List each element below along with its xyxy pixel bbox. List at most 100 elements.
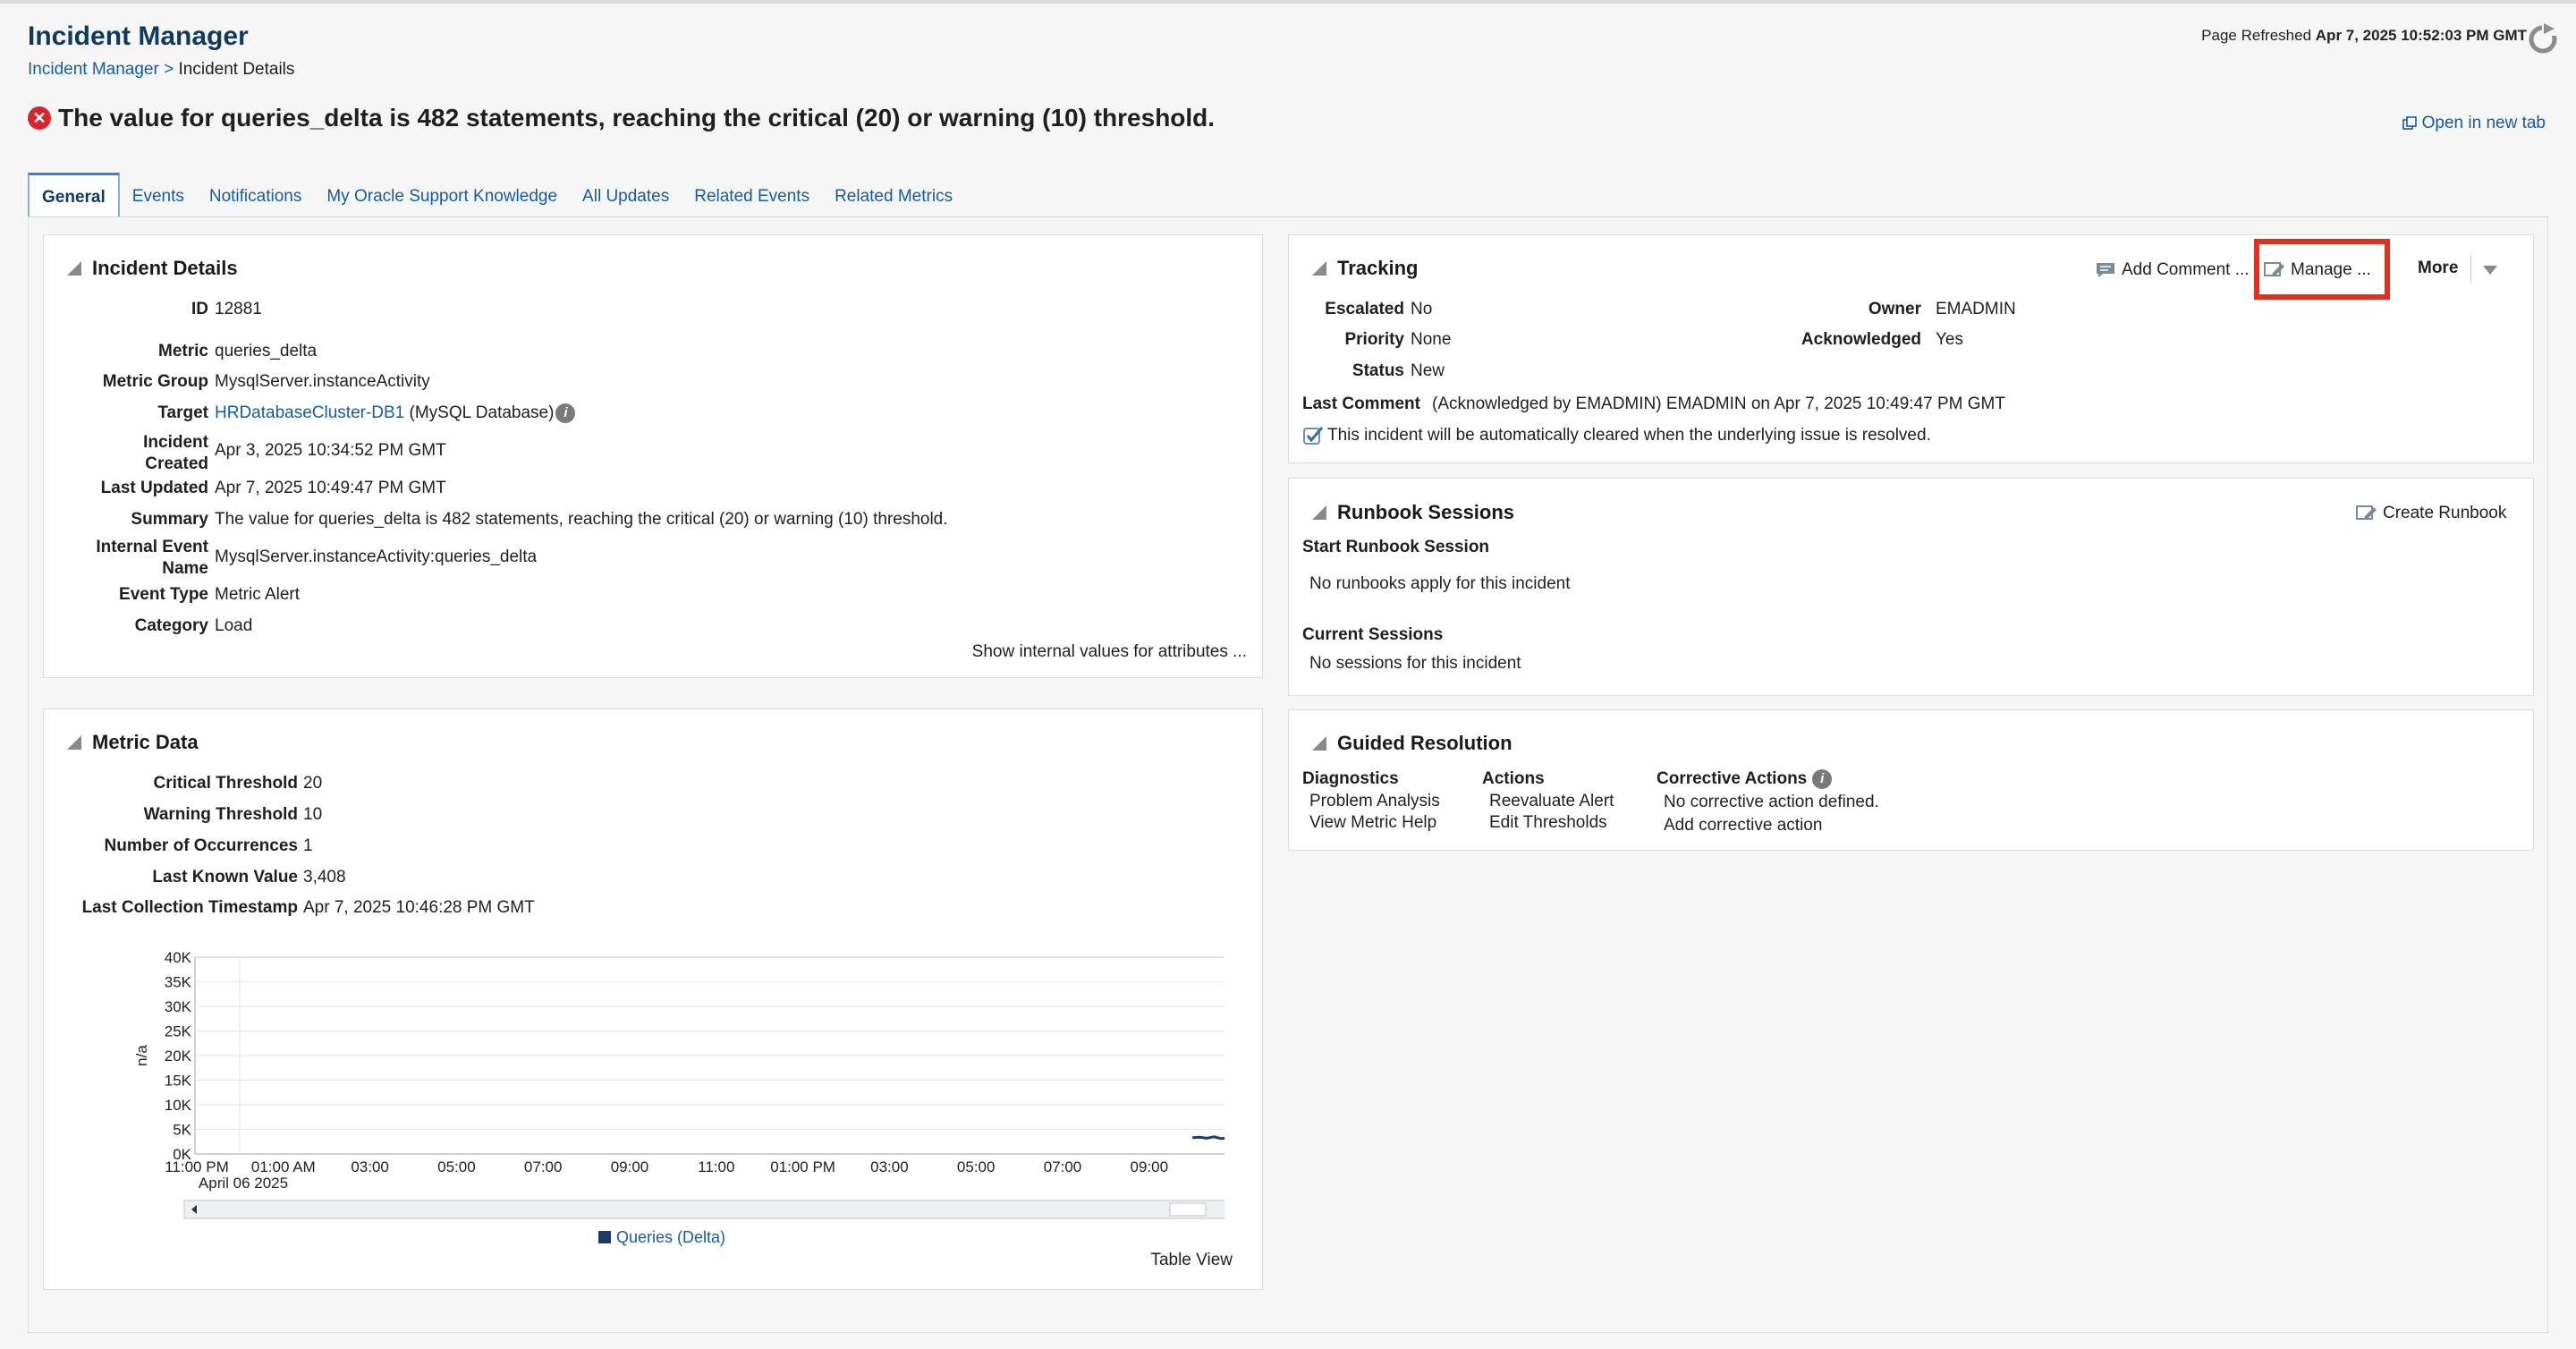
more-menu-button[interactable]: More <box>2418 259 2458 278</box>
collapse-triangle-icon <box>1312 261 1326 276</box>
problem-analysis-link[interactable]: Problem Analysis <box>1309 792 1440 811</box>
critical-threshold-value: 20 <box>303 774 323 793</box>
chart-y-tick-label: 30K <box>165 998 192 1015</box>
metric-label: Metric <box>158 342 208 361</box>
metric-data-panel: Metric Data Critical Threshold 20 Warnin… <box>43 708 1263 1290</box>
category-label: Category <box>134 616 208 635</box>
tab-my-oracle-support-knowledge[interactable]: My Oracle Support Knowledge <box>314 173 570 217</box>
collapse-triangle-icon <box>1312 736 1326 751</box>
target-type: (MySQL Database) <box>409 403 555 423</box>
tab-notifications[interactable]: Notifications <box>197 173 315 217</box>
chart-x-tick-label: 11:00 PM <box>165 1158 229 1175</box>
metric-group-value: MysqlServer.instanceActivity <box>215 372 430 391</box>
event-type-value: Metric Alert <box>215 585 301 604</box>
breadcrumb-root-link[interactable]: Incident Manager <box>28 60 159 79</box>
add-comment-button[interactable]: Add Comment ... <box>2095 260 2250 280</box>
last-updated-value: Apr 7, 2025 10:49:47 PM GMT <box>215 479 446 497</box>
priority-label: Priority <box>1344 330 1404 349</box>
auto-clear-text: This incident will be automatically clea… <box>1327 426 1931 445</box>
more-dropdown-chevron-down-icon[interactable] <box>2483 266 2497 275</box>
runbook-sessions-panel: Runbook Sessions Create Runbook Start Ru… <box>1288 478 2534 696</box>
chart-scrollbar-track <box>183 1200 1224 1219</box>
metric-data-header[interactable]: Metric Data <box>67 731 199 754</box>
last-comment-value: (Acknowledged by EMADMIN) EMADMIN on Apr… <box>1432 395 2005 413</box>
tab-events[interactable]: Events <box>120 173 197 217</box>
incident-details-header[interactable]: Incident Details <box>67 257 238 280</box>
tab-related-metrics[interactable]: Related Metrics <box>822 173 965 217</box>
chart-x-tick-label: 07:00 <box>524 1158 563 1175</box>
no-runbooks-text: No runbooks apply for this incident <box>1309 574 1571 593</box>
internal-event-name-label: Internal Event Name <box>96 537 208 580</box>
reevaluate-alert-link[interactable]: Reevaluate Alert <box>1489 792 1614 811</box>
show-internal-values-link[interactable]: Show internal values for attributes ... <box>972 642 1247 662</box>
incident-created-label: Incident Created <box>143 432 208 475</box>
info-icon[interactable]: i <box>1812 769 1833 789</box>
incident-headline: ✕ The value for queries_delta is 482 sta… <box>28 104 1215 132</box>
corrective-actions-label: Corrective Actions <box>1657 769 1808 789</box>
tracking-header[interactable]: Tracking <box>1312 257 1418 280</box>
internal-event-name-value: MysqlServer.instanceActivity:queries_del… <box>215 547 538 566</box>
id-label: ID <box>191 300 208 318</box>
guided-resolution-header[interactable]: Guided Resolution <box>1312 732 1513 755</box>
no-sessions-text: No sessions for this incident <box>1309 654 1521 673</box>
owner-value: EMADMIN <box>1936 300 2016 318</box>
chart-x-tick-label: 09:00 <box>1131 1158 1169 1175</box>
chart-x-date-label: April 06 2025 <box>199 1175 288 1192</box>
add-corrective-action-link[interactable]: Add corrective action <box>1664 816 1822 836</box>
top-border <box>0 0 2576 4</box>
incident-created-label-line1: Incident <box>143 433 208 452</box>
chart-x-tick-label: 01:00 AM <box>251 1158 316 1175</box>
chart-y-tick-label: 25K <box>165 1023 192 1040</box>
create-runbook-button[interactable]: Create Runbook <box>2356 504 2506 523</box>
breadcrumb-separator: > <box>164 60 174 79</box>
collapse-triangle-icon <box>67 261 81 276</box>
breadcrumb: Incident Manager > Incident Details <box>28 60 294 80</box>
info-icon[interactable]: i <box>555 403 576 423</box>
target-value: HRDatabaseCluster-DB1 (MySQL Database) i <box>215 403 576 423</box>
edit-thresholds-link[interactable]: Edit Thresholds <box>1489 813 1607 833</box>
metric-data-title: Metric Data <box>92 731 199 753</box>
page-title: Incident Manager <box>28 21 249 51</box>
open-in-new-tab-label: Open in new tab <box>2421 114 2546 132</box>
incident-created-label-line2: Created <box>145 454 208 473</box>
metric-link[interactable]: queries_delta <box>215 342 317 361</box>
collapse-triangle-icon <box>1312 505 1326 520</box>
acknowledged-value: Yes <box>1936 330 1963 349</box>
open-in-new-tab-link[interactable]: Open in new tab <box>2402 114 2546 133</box>
start-runbook-session-heading: Start Runbook Session <box>1302 538 1490 556</box>
headline-text: The value for queries_delta is 482 state… <box>58 104 1216 132</box>
chart-legend-label: Queries (Delta) <box>616 1228 725 1246</box>
chart-y-tick-label: 15K <box>165 1073 192 1090</box>
chart-x-tick-label: 11:00 <box>698 1158 734 1175</box>
last-collection-timestamp-value: Apr 7, 2025 10:46:28 PM GMT <box>303 898 535 917</box>
owner-label: Owner <box>1868 300 1921 318</box>
summary-value: The value for queries_delta is 482 state… <box>215 510 948 529</box>
metric-chart: 0K5K10K15K20K25K30K35K40Kn/a11:00 PM 01:0… <box>133 949 1224 1246</box>
tab-all-updates[interactable]: All Updates <box>570 173 682 217</box>
guided-resolution-title: Guided Resolution <box>1337 732 1513 754</box>
refresh-icon[interactable] <box>2526 21 2560 55</box>
table-view-link[interactable]: Table View <box>1150 1251 1233 1270</box>
internal-event-name-label-line2: Name <box>162 559 208 578</box>
tab-bar: General Events Notifications My Oracle S… <box>28 173 965 217</box>
tab-related-events[interactable]: Related Events <box>682 173 822 217</box>
chart-x-tick-label: 05:00 <box>437 1158 476 1175</box>
incident-details-title: Incident Details <box>92 257 238 279</box>
view-metric-help-link[interactable]: View Metric Help <box>1309 813 1436 833</box>
runbook-sessions-header[interactable]: Runbook Sessions <box>1312 501 1514 524</box>
status-value: New <box>1411 361 1445 380</box>
refresh-time: Apr 7, 2025 10:52:03 PM GMT <box>2315 27 2527 44</box>
chart-scrollbar-thumb <box>1169 1202 1207 1217</box>
collapse-triangle-icon <box>67 735 81 750</box>
chart-y-axis-label: n/a <box>133 1045 150 1066</box>
checkmark-icon <box>1303 427 1324 445</box>
tracking-title: Tracking <box>1337 257 1419 279</box>
tab-general[interactable]: General <box>28 173 120 217</box>
category-value: Load <box>215 616 253 635</box>
summary-label: Summary <box>131 510 208 529</box>
occurrences-value: 1 <box>303 836 313 855</box>
target-link[interactable]: HRDatabaseCluster-DB1 <box>215 403 404 422</box>
chart-x-tick-label: 07:00 <box>1044 1158 1082 1175</box>
last-known-value-label: Last Known Value <box>152 868 298 887</box>
chart-y-tick-label: 5K <box>173 1122 191 1139</box>
